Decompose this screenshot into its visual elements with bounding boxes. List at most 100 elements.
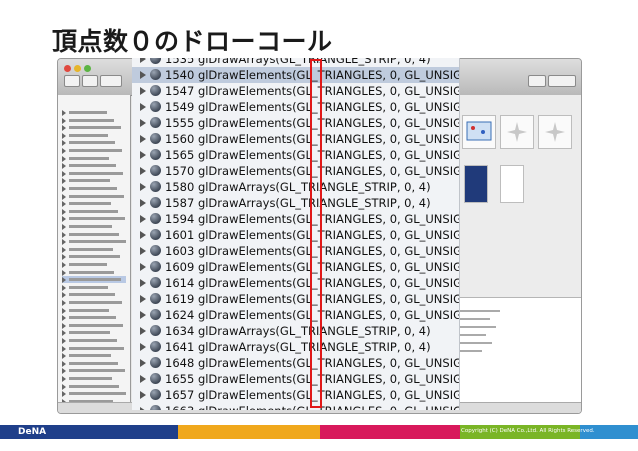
call-row[interactable]: 1570 glDrawElements(GL_TRIANGLES, 0, GL_… — [132, 163, 459, 179]
disclosure-triangle-icon[interactable] — [140, 391, 146, 399]
disclosure-triangle-icon[interactable] — [62, 125, 66, 132]
framebuffer-thumbnail[interactable] — [464, 165, 488, 203]
run-button[interactable] — [64, 75, 80, 87]
disclosure-triangle-icon[interactable] — [62, 208, 66, 215]
navigator-row[interactable] — [62, 147, 126, 154]
call-row[interactable]: 1601 glDrawElements(GL_TRIANGLES, 0, GL_… — [132, 227, 459, 243]
disclosure-triangle-icon[interactable] — [62, 376, 66, 382]
disclosure-triangle-icon[interactable] — [140, 343, 146, 351]
disclosure-triangle-icon[interactable] — [62, 284, 66, 291]
texture-thumbnail[interactable] — [538, 115, 572, 149]
call-row[interactable]: 1634 glDrawArrays(GL_TRIANGLE_STRIP, 0, … — [132, 323, 459, 339]
disclosure-triangle-icon[interactable] — [62, 345, 66, 352]
navigator-row[interactable] — [62, 170, 126, 177]
call-row[interactable]: 1560 glDrawElements(GL_TRIANGLES, 0, GL_… — [132, 131, 459, 147]
disclosure-triangle-icon[interactable] — [62, 186, 66, 192]
zoom-window-icon[interactable] — [84, 65, 91, 72]
navigator-row[interactable] — [62, 200, 126, 208]
disclosure-triangle-icon[interactable] — [62, 155, 66, 162]
disclosure-triangle-icon[interactable] — [140, 279, 146, 287]
framebuffer-thumbnail[interactable] — [500, 165, 524, 203]
call-row[interactable]: 1565 glDrawElements(GL_TRIANGLES, 0, GL_… — [132, 147, 459, 163]
disclosure-triangle-icon[interactable] — [140, 151, 146, 159]
navigator-row[interactable] — [62, 276, 126, 284]
disclosure-triangle-icon[interactable] — [140, 231, 146, 239]
disclosure-triangle-icon[interactable] — [62, 246, 66, 253]
minimize-window-icon[interactable] — [74, 65, 81, 72]
disclosure-triangle-icon[interactable] — [140, 199, 146, 207]
disclosure-triangle-icon[interactable] — [62, 262, 66, 268]
disclosure-triangle-icon[interactable] — [62, 117, 66, 124]
navigator-row[interactable] — [62, 238, 126, 246]
disclosure-triangle-icon[interactable] — [62, 178, 66, 185]
call-row[interactable]: 1619 glDrawElements(GL_TRIANGLES, 0, GL_… — [132, 291, 459, 307]
disclosure-triangle-icon[interactable] — [62, 368, 66, 375]
disclosure-triangle-icon[interactable] — [62, 269, 66, 276]
navigator-row[interactable] — [62, 117, 126, 124]
navigator-row[interactable] — [62, 284, 126, 291]
navigator-row[interactable] — [62, 162, 126, 170]
disclosure-triangle-icon[interactable] — [140, 103, 146, 111]
navigator-row[interactable] — [62, 329, 126, 337]
disclosure-triangle-icon[interactable] — [62, 292, 66, 299]
navigator-row[interactable] — [62, 345, 126, 352]
disclosure-triangle-icon[interactable] — [140, 407, 146, 410]
view-toggle-button[interactable] — [548, 75, 576, 87]
navigator-row[interactable] — [62, 208, 126, 215]
disclosure-triangle-icon[interactable] — [62, 383, 66, 390]
navigator-row[interactable] — [62, 155, 126, 162]
disclosure-triangle-icon[interactable] — [62, 391, 66, 398]
disclosure-triangle-icon[interactable] — [62, 224, 66, 230]
disclosure-triangle-icon[interactable] — [62, 353, 66, 360]
navigator-row[interactable] — [62, 360, 126, 367]
disclosure-triangle-icon[interactable] — [62, 239, 66, 246]
call-row[interactable]: 1614 glDrawElements(GL_TRIANGLES, 0, GL_… — [132, 275, 459, 291]
navigator-row[interactable] — [62, 383, 126, 390]
disclosure-triangle-icon[interactable] — [140, 247, 146, 255]
navigator-row[interactable] — [62, 375, 126, 382]
call-row[interactable]: 1648 glDrawElements(GL_TRIANGLES, 0, GL_… — [132, 355, 459, 371]
texture-thumbnail[interactable] — [462, 115, 496, 149]
disclosure-triangle-icon[interactable] — [62, 330, 66, 337]
disclosure-triangle-icon[interactable] — [62, 193, 66, 200]
navigator-row[interactable] — [62, 337, 126, 344]
navigator-row[interactable] — [62, 261, 126, 268]
navigator-row[interactable] — [62, 193, 126, 200]
disclosure-triangle-icon[interactable] — [140, 71, 146, 79]
navigator-row[interactable] — [62, 215, 126, 223]
navigator-row[interactable] — [62, 223, 126, 230]
navigator-row[interactable] — [62, 299, 126, 306]
navigator-row[interactable] — [62, 124, 126, 132]
disclosure-triangle-icon[interactable] — [140, 215, 146, 223]
navigator-row[interactable] — [62, 132, 126, 139]
disclosure-triangle-icon[interactable] — [140, 359, 146, 367]
disclosure-triangle-icon[interactable] — [140, 119, 146, 127]
disclosure-triangle-icon[interactable] — [62, 254, 66, 261]
call-row[interactable]: 1535 glDrawArrays(GL_TRIANGLE_STRIP, 0, … — [132, 58, 459, 67]
disclosure-triangle-icon[interactable] — [62, 148, 66, 154]
call-row[interactable]: 1663 glDrawElements(GL_TRIANGLES, 0, GL_… — [132, 403, 459, 410]
navigator-row[interactable] — [62, 352, 126, 360]
disclosure-triangle-icon[interactable] — [140, 87, 146, 95]
disclosure-triangle-icon[interactable] — [62, 163, 66, 170]
close-window-icon[interactable] — [64, 65, 71, 72]
disclosure-triangle-icon[interactable] — [140, 263, 146, 271]
disclosure-triangle-icon[interactable] — [140, 135, 146, 143]
call-row[interactable]: 1624 glDrawElements(GL_TRIANGLES, 0, GL_… — [132, 307, 459, 323]
navigator-row[interactable] — [62, 291, 126, 299]
disclosure-triangle-icon[interactable] — [62, 307, 66, 314]
disclosure-triangle-icon[interactable] — [140, 375, 146, 383]
disclosure-triangle-icon[interactable] — [62, 322, 66, 329]
navigator-row[interactable] — [62, 314, 126, 322]
navigator-row[interactable] — [62, 322, 126, 329]
disclosure-triangle-icon[interactable] — [62, 315, 66, 322]
disclosure-triangle-icon[interactable] — [62, 277, 66, 284]
navigator-row[interactable] — [62, 390, 126, 398]
disclosure-triangle-icon[interactable] — [140, 295, 146, 303]
call-row[interactable]: 1580 glDrawArrays(GL_TRIANGLE_STRIP, 0, … — [132, 179, 459, 195]
disclosure-triangle-icon[interactable] — [62, 231, 66, 238]
call-row[interactable]: 1547 glDrawElements(GL_TRIANGLES, 0, GL_… — [132, 83, 459, 99]
scheme-selector[interactable] — [100, 75, 122, 87]
navigator-row[interactable] — [62, 307, 126, 314]
disclosure-triangle-icon[interactable] — [140, 327, 146, 335]
